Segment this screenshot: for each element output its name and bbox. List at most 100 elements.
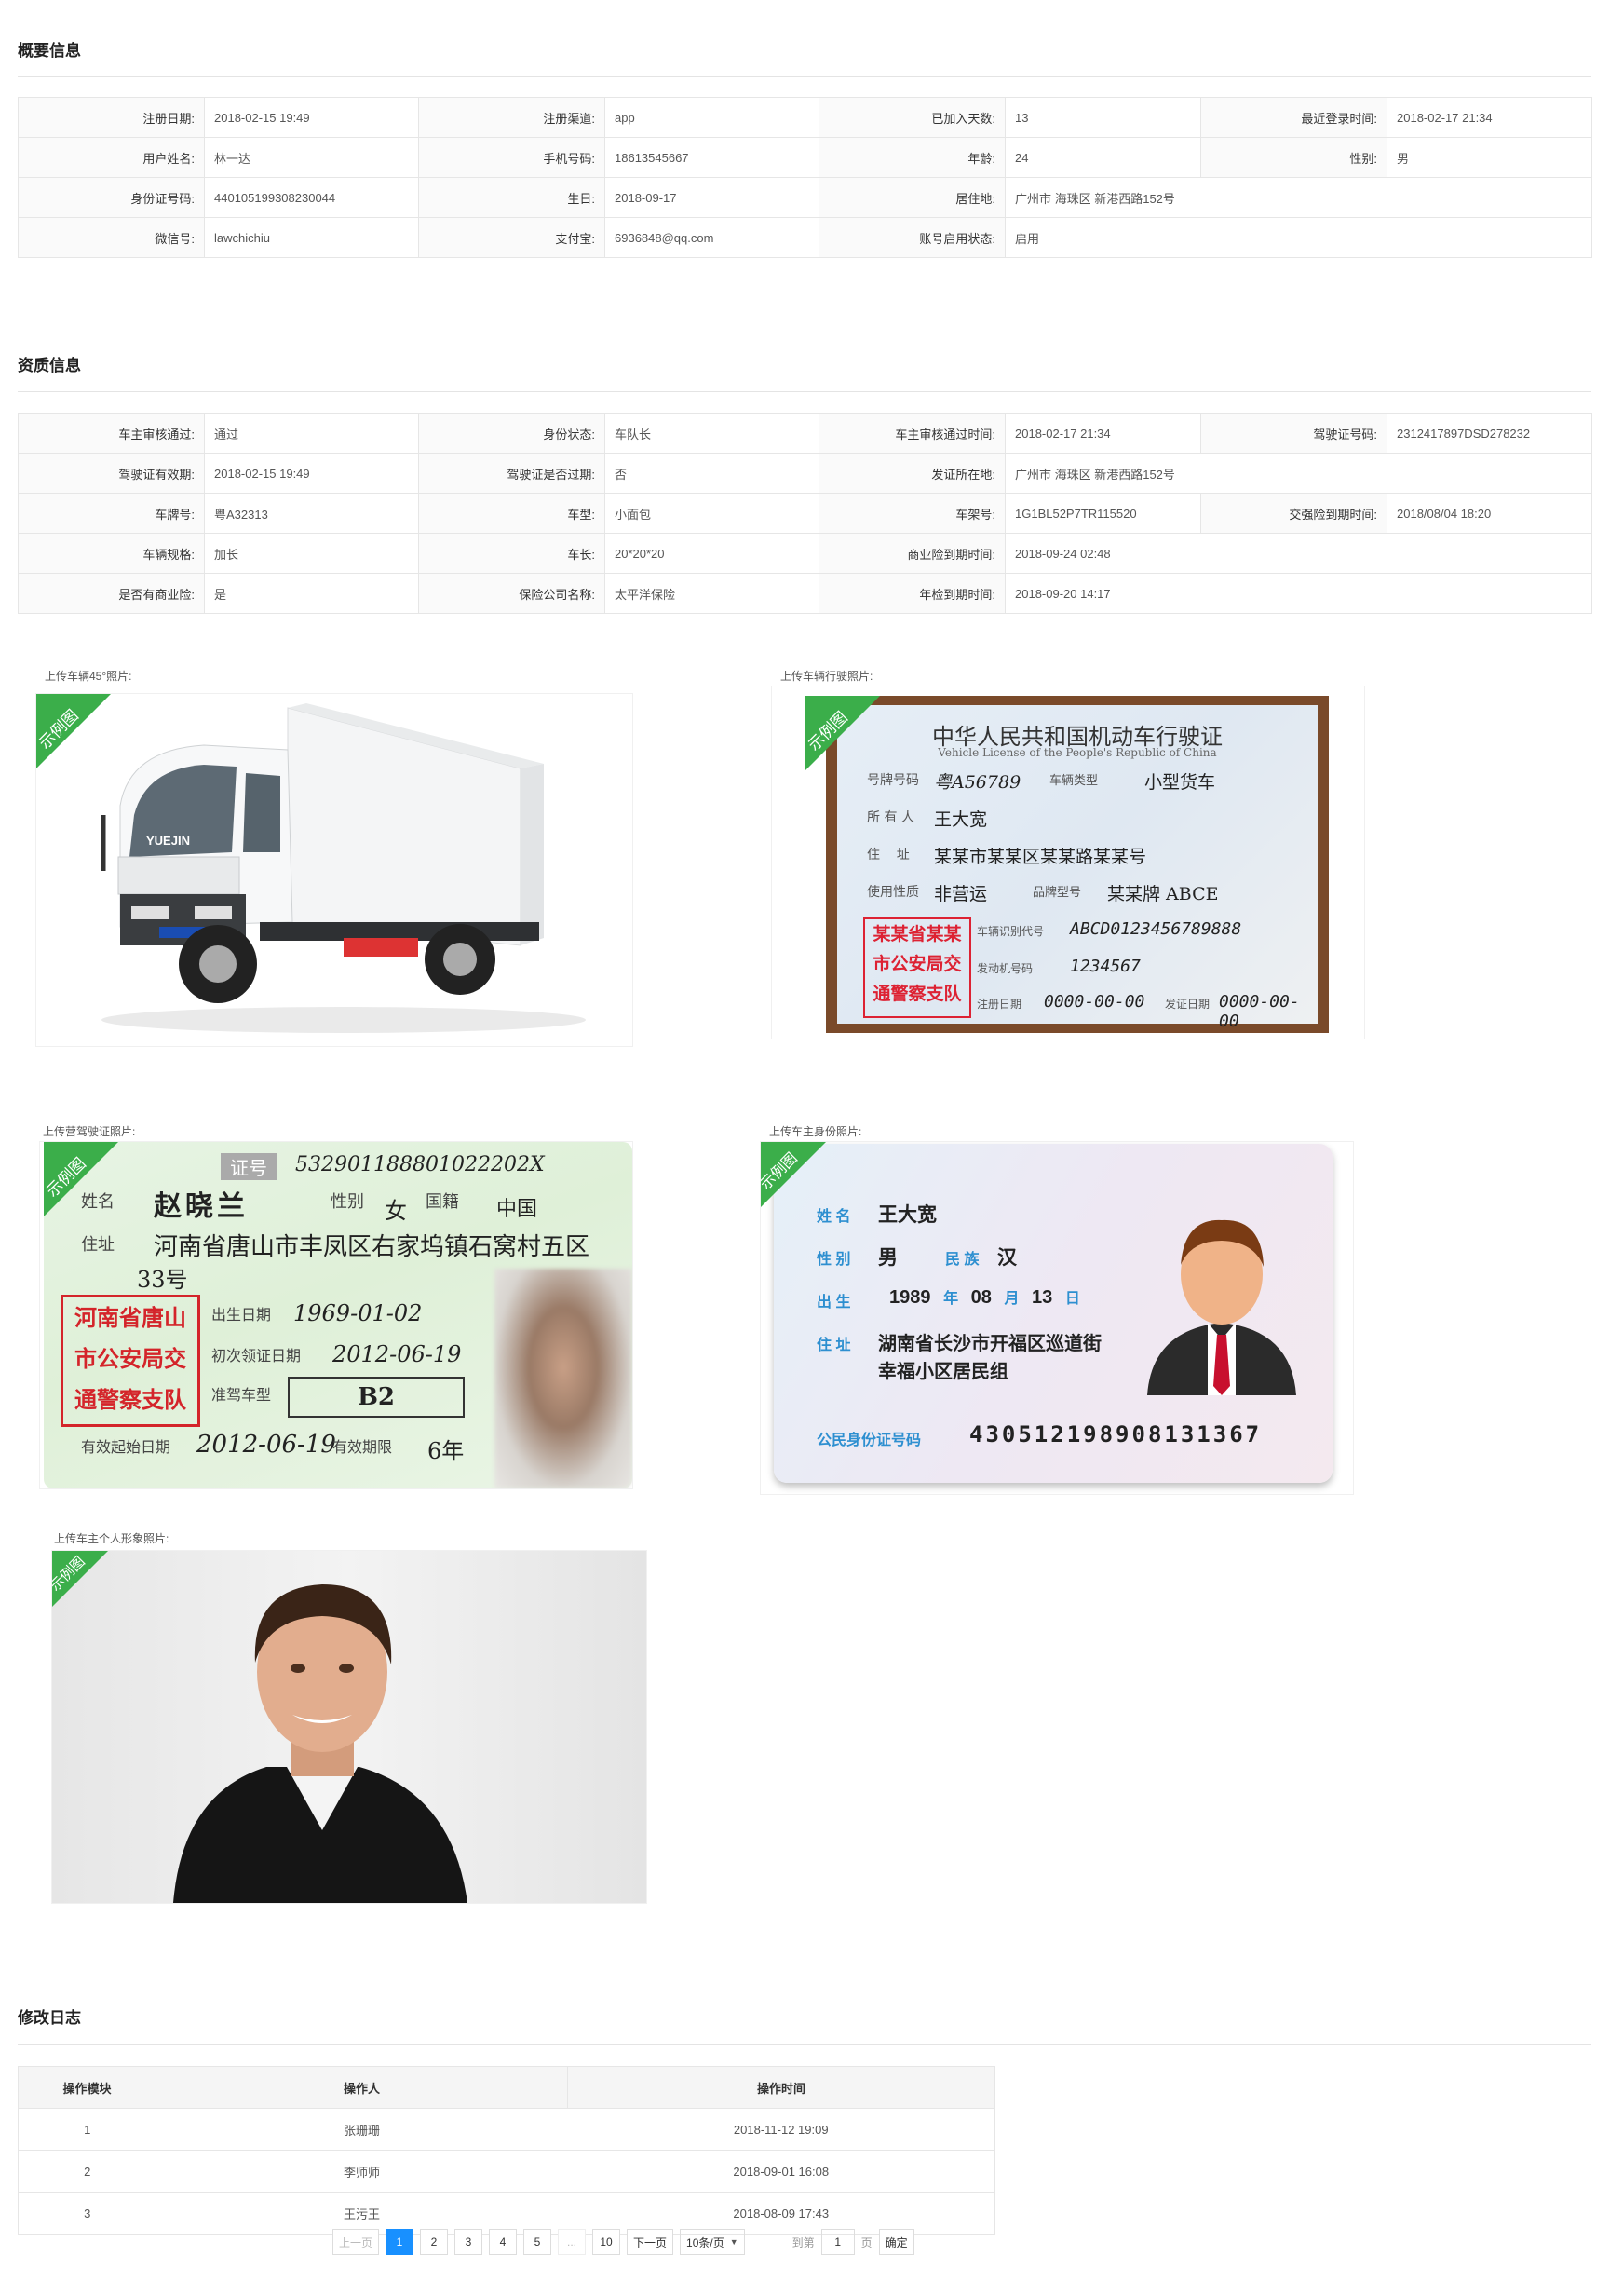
table-row: 是否有商业险: 是 保险公司名称: 太平洋保险 年检到期时间: 2018-09-… (18, 573, 1592, 614)
field-value: 通过 (204, 413, 419, 454)
vl-reg: 0000-00-00 (1044, 992, 1145, 1012)
table-row: 身份证号码: 440105199308230044 生日: 2018-09-17… (18, 177, 1592, 218)
field-label: 生日: (418, 177, 605, 218)
caret-down-icon: ▼ (729, 2237, 738, 2247)
field-label: 驾驶证是否过期: (418, 453, 605, 494)
dl-issue-label: 初次领证日期 (211, 1347, 302, 1365)
dl-sex: 女 (385, 1198, 407, 1224)
field-label: 驾驶证有效期: (18, 453, 205, 494)
dl-nation-label: 国籍 (426, 1192, 459, 1212)
vehicle-license-photo[interactable]: 中华人民共和国机动车行驶证 Vehicle License of the Peo… (771, 686, 1365, 1039)
table-row: 注册日期: 2018-02-15 19:49 注册渠道: app 已加入天数: … (18, 97, 1592, 138)
dl-stamp-line: 河南省唐山 (74, 1304, 186, 1331)
truck-brand-text: YUEJIN (146, 834, 190, 848)
field-label: 车架号: (819, 493, 1006, 534)
table-cell: 张珊珊 (156, 2108, 568, 2151)
portrait-photo[interactable]: 示例图 (51, 1550, 647, 1904)
table-row: 驾驶证有效期: 2018-02-15 19:49 驾驶证是否过期: 否 发证所在… (18, 453, 1592, 494)
prev-page-button[interactable]: 上一页 (332, 2229, 380, 2255)
goto-page-input[interactable]: 1 (820, 2229, 855, 2255)
next-page-button[interactable]: 下一页 (627, 2229, 674, 2255)
page-button[interactable]: 10 (592, 2229, 621, 2255)
vl-use-label: 使用性质 (867, 885, 919, 900)
sample-corner: 示例图 (44, 1142, 118, 1216)
field-label: 车主审核通过时间: (819, 413, 1006, 454)
dl-sex-label: 性别 (331, 1192, 364, 1212)
field-label: 车牌号: (18, 493, 205, 534)
id-birth-month-unit: 月 (1004, 1291, 1020, 1307)
dl-from-label: 有效起始日期 (81, 1438, 171, 1456)
driver-license-card: 证号 532901188801022202X 姓名 赵晓兰 性别 女 国籍 中国… (44, 1142, 632, 1488)
table-cell: 2 (18, 2150, 156, 2193)
dl-nation: 中国 (496, 1198, 538, 1221)
vl-vin: ABCD0123456789888 (1070, 919, 1242, 939)
table-cell: 李师师 (156, 2150, 568, 2193)
page-button[interactable]: 5 (523, 2229, 552, 2255)
field-label: 是否有商业险: (18, 573, 205, 614)
field-label: 驾驶证号码: (1200, 413, 1387, 454)
page-button[interactable]: 4 (489, 2229, 518, 2255)
table-row: 车辆规格: 加长 车长: 20*20*20 商业险到期时间: 2018-09-2… (18, 533, 1592, 574)
overview-table: 注册日期: 2018-02-15 19:49 注册渠道: app 已加入天数: … (18, 97, 1592, 258)
vl-stamp-line: 通警察支队 (873, 984, 962, 1004)
field-label: 交强险到期时间: (1200, 493, 1387, 534)
table-cell: 3 (18, 2192, 156, 2235)
vehicle-license-card: 中华人民共和国机动车行驶证 Vehicle License of the Peo… (826, 696, 1329, 1033)
field-label: 账号启用状态: (819, 217, 1006, 258)
id-address-label: 住 址 (817, 1338, 851, 1353)
truck-photo[interactable]: YUEJIN 示例图 (35, 693, 633, 1047)
page-button[interactable]: 2 (420, 2229, 449, 2255)
dl-birth: 1969-01-02 (293, 1300, 423, 1326)
dl-name: 赵晓兰 (154, 1190, 249, 1223)
dl-from: 2012-06-19 (196, 1431, 336, 1459)
column-header: 操作模块 (18, 2066, 156, 2109)
vl-issue: 0000-00-00 (1219, 992, 1300, 1031)
field-value: 男 (1387, 137, 1592, 178)
field-label: 车长: (418, 533, 605, 574)
qualification-table: 车主审核通过: 通过 身份状态: 车队长 车主审核通过时间: 2018-02-1… (18, 413, 1592, 614)
id-birth-year-unit: 年 (943, 1291, 959, 1307)
vl-stamp-line: 某某省某某 (873, 924, 962, 944)
field-value: 2018-02-15 19:49 (204, 453, 419, 494)
dl-no: 532901188801022202X (295, 1153, 545, 1176)
field-value: 否 (604, 453, 819, 494)
table-cell: 1 (18, 2108, 156, 2151)
dl-stamp-line: 市公安局交 (74, 1345, 186, 1372)
dl-address-label: 住址 (81, 1235, 115, 1255)
field-value: 加长 (204, 533, 419, 574)
id-card-photo[interactable]: 姓 名 王大宽 性 别 男 民 族 汉 出 生 1989 年 08 月 13 日… (760, 1141, 1354, 1495)
driver-license-photo[interactable]: 证号 532901188801022202X 姓名 赵晓兰 性别 女 国籍 中国… (39, 1141, 633, 1489)
dl-birth-label: 出生日期 (211, 1306, 272, 1324)
field-label: 车型: (418, 493, 605, 534)
vl-owner: 王大宽 (934, 809, 988, 830)
table-row: 车主审核通过: 通过 身份状态: 车队长 车主审核通过时间: 2018-02-1… (18, 413, 1592, 454)
pagination: 上一页 1 2 3 4 5 ... 10 下一页 10条/页 ▼ 到第 1 页 … (332, 2228, 914, 2256)
log-title: 修改日志 (18, 2009, 81, 2027)
field-label: 已加入天数: (819, 97, 1006, 138)
dl-address: 河南省唐山市丰凤区右家坞镇石窝村五区 (154, 1233, 590, 1261)
field-label: 商业险到期时间: (819, 533, 1006, 574)
page-ellipsis: ... (558, 2229, 587, 2255)
field-label: 性别: (1200, 137, 1387, 178)
page-button[interactable]: 1 (386, 2229, 414, 2255)
field-value: 20*20*20 (604, 533, 819, 574)
id-address-1: 湖南省长沙市开福区巡道街 (878, 1334, 1102, 1354)
page-size-value: 10条/页 (686, 2235, 724, 2249)
page-button[interactable]: 3 (454, 2229, 483, 2255)
id-number: 430512198908131367 (969, 1421, 1263, 1447)
confirm-button[interactable]: 确定 (878, 2229, 914, 2255)
id-birth-year: 1989 (889, 1287, 931, 1308)
sample-corner: 示例图 (805, 696, 880, 770)
vl-stamp-line: 市公安局交 (873, 954, 962, 974)
id-birth-day: 13 (1032, 1287, 1053, 1308)
vl-address-label: 住 址 (867, 848, 910, 863)
field-label: 身份证号码: (18, 177, 205, 218)
field-value: 粤A32313 (204, 493, 419, 534)
field-label: 用户姓名: (18, 137, 205, 178)
page-size-select[interactable]: 10条/页 ▼ (680, 2229, 745, 2255)
column-header: 操作人 (156, 2066, 568, 2109)
table-row: 用户姓名: 林一达 手机号码: 18613545667 年龄: 24 性别: 男 (18, 137, 1592, 178)
field-value: 广州市 海珠区 新港西路152号 (1005, 453, 1592, 494)
id-name: 王大宽 (878, 1204, 937, 1226)
vl-owner-label: 所 有 人 (867, 810, 914, 825)
